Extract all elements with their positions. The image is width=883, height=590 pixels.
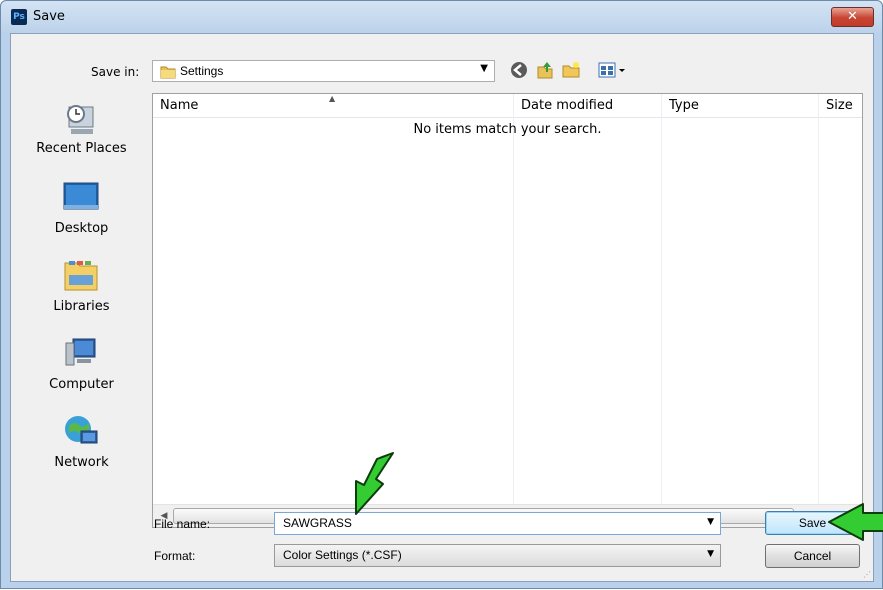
sort-ascending-icon: ▲ (329, 94, 336, 103)
chevron-down-icon[interactable]: ▼ (707, 549, 714, 559)
save-dialog: Ps Save ✕ Save in: Settings ▼ Recent Pla… (0, 0, 883, 589)
place-label: Desktop (54, 221, 109, 236)
file-name-input[interactable]: SAWGRASS ▼ (274, 512, 721, 535)
column-separator (513, 94, 514, 504)
column-header-size[interactable]: Size (819, 94, 853, 118)
dialog-title: Save (33, 9, 65, 24)
column-separator (818, 94, 819, 504)
close-button[interactable]: ✕ (831, 7, 874, 27)
view-menu-icon[interactable] (597, 60, 631, 80)
column-header-date-modified[interactable]: Date modified (514, 94, 613, 118)
title-bar: Ps Save ✕ (1, 1, 882, 33)
place-computer[interactable]: Computer (11, 335, 152, 405)
libraries-icon (64, 261, 98, 291)
computer-icon (65, 338, 96, 366)
file-name-label: File name: (154, 517, 211, 531)
place-label: Recent Places (36, 141, 127, 156)
place-network[interactable]: Network (11, 413, 152, 483)
location-combobox[interactable]: Settings ▼ (152, 60, 495, 82)
file-list[interactable]: Name ▲ Date modified Type Size No items … (152, 93, 863, 528)
file-list-header: Name ▲ Date modified Type Size (153, 94, 862, 118)
new-folder-icon[interactable] (561, 60, 581, 80)
column-header-name[interactable]: Name (153, 94, 198, 118)
place-label: Network (54, 455, 109, 470)
place-label: Computer (49, 377, 114, 392)
column-separator (661, 94, 662, 504)
resize-grip-icon[interactable]: ⋰ (863, 570, 871, 579)
column-header-type[interactable]: Type (662, 94, 699, 118)
cancel-button[interactable]: Cancel (765, 544, 860, 568)
save-in-label: Save in: (91, 65, 140, 79)
save-button[interactable]: Save (765, 511, 860, 535)
place-recent-places[interactable]: Recent Places (11, 99, 152, 169)
dialog-client-area: Save in: Settings ▼ Recent Places Deskto… (10, 33, 874, 582)
recent-places-icon (67, 105, 94, 134)
format-select[interactable]: Color Settings (*.CSF) ▼ (274, 544, 721, 567)
chevron-down-icon[interactable]: ▼ (707, 517, 714, 527)
empty-list-message: No items match your search. (413, 122, 602, 137)
desktop-icon (63, 182, 99, 210)
place-desktop[interactable]: Desktop (11, 179, 152, 249)
places-bar: Recent Places Desktop Libraries Computer… (11, 93, 152, 530)
place-libraries[interactable]: Libraries (11, 257, 152, 327)
folder-icon (160, 66, 176, 79)
place-label: Libraries (53, 299, 110, 314)
location-value: Settings (180, 64, 224, 78)
back-icon[interactable] (509, 60, 529, 80)
format-label: Format: (154, 549, 196, 563)
photoshop-app-icon: Ps (11, 9, 27, 25)
format-value: Color Settings (*.CSF) (283, 548, 402, 562)
file-name-value: SAWGRASS (283, 516, 352, 530)
up-folder-icon[interactable] (535, 60, 555, 80)
network-icon (65, 416, 98, 444)
chevron-down-icon[interactable]: ▼ (480, 63, 488, 74)
